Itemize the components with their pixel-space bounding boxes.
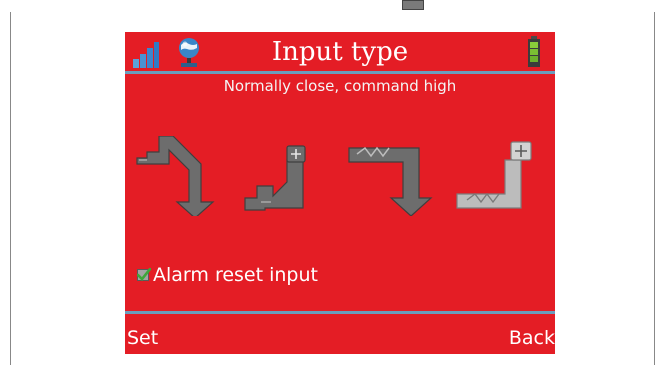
checkbox-checked-icon[interactable] <box>137 268 151 282</box>
no-command-high-icon[interactable] <box>455 136 540 216</box>
header-separator <box>125 71 555 74</box>
input-type-options <box>125 124 555 259</box>
nc-command-low-icon[interactable] <box>135 136 225 216</box>
top-edge-fragment <box>0 0 665 12</box>
set-softkey[interactable]: Set <box>127 326 158 350</box>
nc-command-high-icon[interactable] <box>243 136 328 216</box>
device-screen: Input type Normally close, command high <box>125 32 555 354</box>
battery-icon <box>528 36 540 67</box>
alarm-reset-label: Alarm reset input <box>153 264 318 286</box>
input-type-description: Normally close, command high <box>223 77 457 95</box>
alarm-reset-checkbox-row[interactable]: Alarm reset input <box>137 261 318 289</box>
footer-separator <box>125 311 555 314</box>
screen-title: Input type <box>271 37 409 67</box>
no-command-low-icon[interactable] <box>347 136 439 216</box>
cropped-toolbar-icon <box>402 0 424 10</box>
back-softkey[interactable]: Back <box>509 326 555 350</box>
